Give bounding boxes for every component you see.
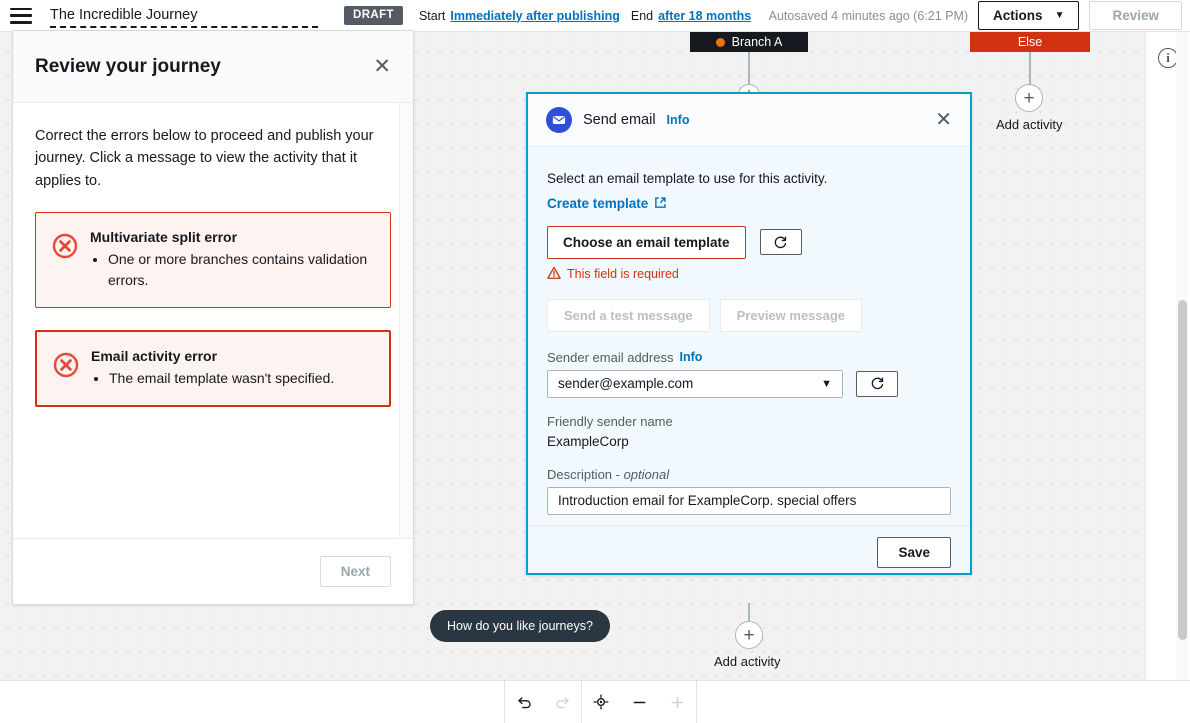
review-panel-footer: Next: [13, 538, 413, 604]
send-email-info-link[interactable]: Info: [667, 113, 690, 127]
bottom-toolbar: [0, 680, 1190, 723]
top-bar: The Incredible Journey DRAFT Start Immed…: [0, 0, 1190, 32]
plus-icon[interactable]: [658, 681, 696, 723]
external-link-icon: [654, 196, 667, 212]
top-bar-right: Autosaved 4 minutes ago (6:21 PM) Action…: [769, 1, 1190, 30]
save-button[interactable]: Save: [877, 537, 951, 568]
create-template-label: Create template: [547, 196, 648, 211]
add-activity-else-button[interactable]: +: [1015, 84, 1043, 112]
chevron-down-icon: ▼: [821, 378, 832, 390]
next-button[interactable]: Next: [320, 556, 391, 587]
review-button[interactable]: Review: [1089, 1, 1182, 30]
sender-email-select[interactable]: sender@example.com ▼: [547, 370, 843, 398]
review-panel-description: Correct the errors below to proceed and …: [35, 125, 391, 192]
refresh-senders-button[interactable]: [856, 371, 898, 397]
sender-email-info-link[interactable]: Info: [679, 350, 702, 364]
error-circle-icon: [52, 233, 78, 259]
error-card-text: Email activity error The email template …: [91, 346, 334, 389]
envelope-icon: [546, 107, 572, 133]
error-card-text: Multivariate split error One or more bra…: [90, 227, 374, 291]
error-circle-icon: [53, 352, 79, 378]
error-card-multivariate[interactable]: Multivariate split error One or more bra…: [35, 212, 391, 308]
sender-email-label-text: Sender email address: [547, 350, 673, 365]
message-actions-row: Send a test message Preview message: [547, 299, 951, 332]
zoom-controls: [582, 681, 696, 723]
add-activity-bottom-label[interactable]: Add activity: [714, 654, 780, 669]
branch-status-dot: [716, 38, 725, 47]
error-card-list: One or more branches contains validation…: [90, 249, 374, 291]
sender-email-value: sender@example.com: [558, 376, 693, 391]
error-card-email-activity[interactable]: Email activity error The email template …: [35, 330, 391, 407]
list-item: The email template wasn't specified.: [109, 368, 334, 389]
close-icon[interactable]: ✕: [373, 56, 391, 77]
warning-triangle-icon: [547, 266, 561, 283]
canvas-scrollbar-thumb[interactable]: [1178, 300, 1187, 640]
chevron-down-icon: ▼: [1055, 10, 1065, 21]
review-journey-panel: Review your journey ✕ Correct the errors…: [12, 30, 414, 605]
preview-message-button[interactable]: Preview message: [720, 299, 862, 332]
journey-title-field[interactable]: The Incredible Journey: [48, 0, 338, 32]
description-input[interactable]: [547, 487, 951, 515]
refresh-icon: [773, 235, 788, 250]
add-activity-bottom-button[interactable]: +: [735, 621, 763, 649]
description-optional-text: optional: [624, 467, 670, 482]
choose-template-row: Choose an email template: [547, 226, 951, 259]
branch-a-label: Branch A: [732, 35, 783, 49]
schedule-summary: Start Immediately after publishing End a…: [419, 9, 751, 23]
undo-icon[interactable]: [505, 681, 543, 723]
start-value-link[interactable]: Immediately after publishing: [450, 9, 619, 23]
end-label: End: [631, 9, 653, 23]
send-email-panel-body: Select an email template to use for this…: [528, 147, 970, 525]
review-panel-header: Review your journey ✕: [13, 31, 413, 103]
description-label: Description - optional: [547, 467, 951, 482]
history-controls: [505, 681, 581, 723]
target-icon[interactable]: [582, 681, 620, 723]
feedback-pill[interactable]: How do you like journeys?: [430, 610, 610, 642]
choose-email-template-button[interactable]: Choose an email template: [547, 226, 746, 259]
else-label: Else: [1018, 35, 1042, 49]
send-test-message-button[interactable]: Send a test message: [547, 299, 710, 332]
hamburger-icon[interactable]: [10, 8, 32, 24]
review-panel-title: Review your journey: [35, 56, 221, 78]
refresh-templates-button[interactable]: [760, 229, 802, 255]
template-field-error-text: This field is required: [567, 267, 679, 281]
create-template-link[interactable]: Create template: [547, 196, 667, 212]
end-value-link[interactable]: after 18 months: [658, 9, 751, 23]
autosave-status: Autosaved 4 minutes ago (6:21 PM): [769, 9, 968, 23]
start-label: Start: [419, 9, 445, 23]
redo-icon[interactable]: [543, 681, 581, 723]
journey-builder-app: The Incredible Journey DRAFT Start Immed…: [0, 0, 1190, 723]
actions-button[interactable]: Actions ▼: [978, 1, 1079, 30]
description-label-text: Description -: [547, 467, 624, 482]
friendly-sender-name-label: Friendly sender name: [547, 414, 951, 429]
minus-icon[interactable]: [620, 681, 658, 723]
error-card-title: Email activity error: [91, 346, 334, 367]
template-field-error: This field is required: [547, 266, 951, 283]
toolbar-divider: [696, 681, 697, 723]
sender-email-label: Sender email address Info: [547, 350, 951, 365]
friendly-sender-name-value: ExampleCorp: [547, 434, 951, 449]
error-card-list: The email template wasn't specified.: [91, 368, 334, 389]
send-email-title: Send email: [583, 112, 656, 128]
actions-label: Actions: [993, 8, 1043, 23]
close-icon[interactable]: ✕: [935, 110, 952, 130]
add-activity-else-label[interactable]: Add activity: [996, 117, 1062, 132]
error-card-title: Multivariate split error: [90, 227, 374, 248]
sender-email-row: sender@example.com ▼: [547, 370, 951, 398]
template-lead-text: Select an email template to use for this…: [547, 171, 951, 186]
info-circle-icon[interactable]: i: [1158, 48, 1178, 68]
send-email-panel: Send email Info ✕ Select an email templa…: [526, 92, 972, 575]
title-dashed-underline: [50, 26, 318, 28]
send-email-panel-footer: Save: [528, 525, 970, 579]
else-branch-node[interactable]: Else: [970, 32, 1090, 52]
status-badge: DRAFT: [344, 6, 403, 25]
send-email-panel-header: Send email Info ✕: [528, 94, 970, 147]
refresh-icon: [870, 376, 885, 391]
branch-a-node[interactable]: Branch A: [690, 32, 808, 52]
review-panel-scrollbar[interactable]: [399, 103, 413, 538]
review-panel-body: Correct the errors below to proceed and …: [13, 103, 413, 538]
list-item: One or more branches contains validation…: [108, 249, 374, 291]
